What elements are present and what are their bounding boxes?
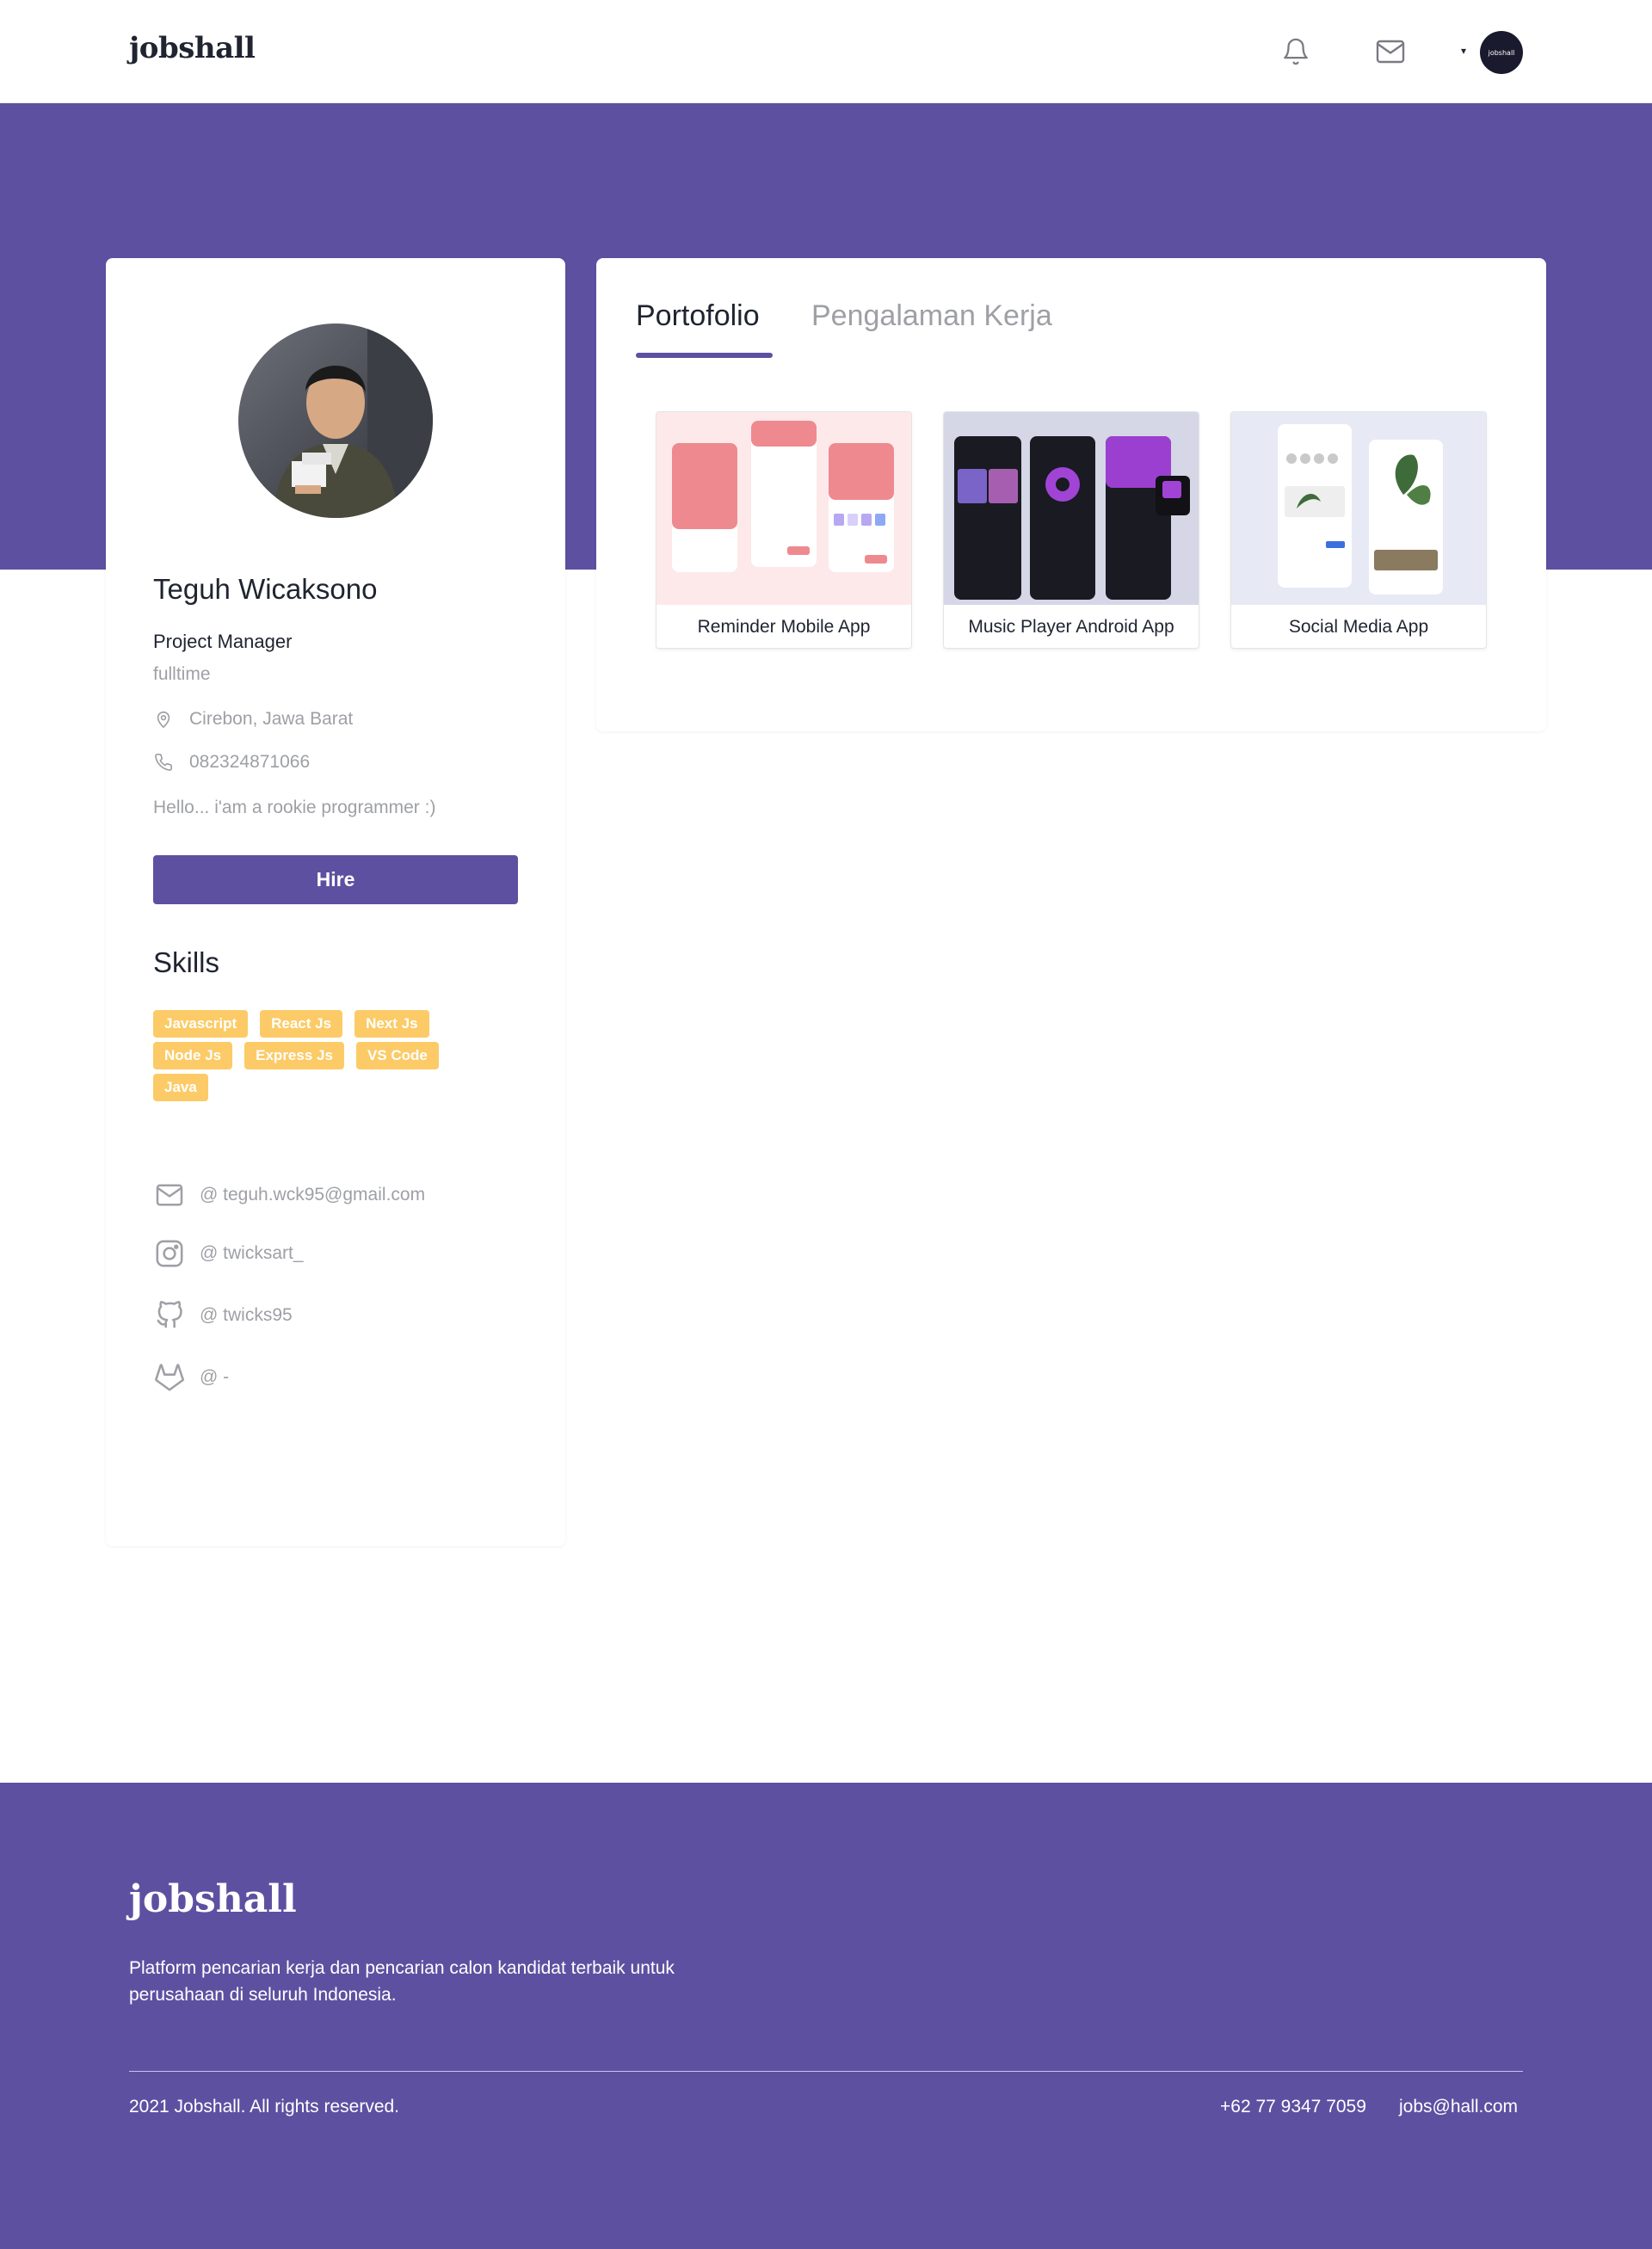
portfolio-title: Music Player Android App	[968, 617, 1174, 637]
skill-tag: Javascript	[153, 1010, 249, 1038]
contact-email-text: @ teguh.wck95@gmail.com	[200, 1185, 426, 1205]
profile-photo	[238, 323, 433, 518]
footer-copyright: 2021 Jobshall. All rights reserved.	[129, 2097, 400, 2117]
mail-icon[interactable]	[1372, 33, 1409, 71]
contact-gitlab-text: @ -	[200, 1367, 230, 1387]
portfolio-card: Portofolio Pengalaman Kerja Reminder Mob…	[596, 258, 1546, 731]
profile-bio: Hello... i'am a rookie programmer :)	[153, 798, 436, 817]
skills-title: Skills	[153, 946, 220, 978]
contact-instagram[interactable]: @ twicksart_	[153, 1237, 304, 1270]
gitlab-icon	[153, 1361, 186, 1394]
profile-employment-type: fulltime	[153, 664, 211, 684]
skill-tag: React Js	[260, 1010, 343, 1038]
profile-role: Project Manager	[153, 631, 293, 652]
profile-card: Teguh Wicaksono Project Manager fulltime…	[106, 258, 565, 1546]
github-icon	[153, 1299, 186, 1332]
map-pin-icon	[153, 707, 174, 731]
bell-icon[interactable]	[1277, 33, 1315, 71]
instagram-icon	[153, 1237, 186, 1270]
contact-gitlab[interactable]: @ -	[153, 1361, 229, 1394]
portfolio-title: Social Media App	[1288, 617, 1429, 637]
profile-name: Teguh Wicaksono	[153, 573, 378, 605]
mail-icon	[153, 1179, 186, 1211]
portfolio-item[interactable]: Music Player Android App	[943, 411, 1199, 649]
footer-divider	[129, 2071, 1523, 2072]
skill-tag: Next Js	[354, 1010, 429, 1038]
skill-tag: VS Code	[355, 1042, 439, 1069]
tab-portfolio[interactable]: Portofolio	[636, 299, 760, 333]
phone-icon	[153, 750, 174, 774]
profile-phone: 082324871066	[153, 750, 310, 774]
contact-email[interactable]: @ teguh.wck95@gmail.com	[153, 1179, 425, 1211]
portfolio-item[interactable]: Reminder Mobile App	[656, 411, 912, 649]
footer: jobshall Platform pencarian kerja dan pe…	[0, 1783, 1652, 2249]
footer-description: Platform pencarian kerja dan pencarian c…	[129, 1958, 675, 2005]
skills-list: Javascript React Js Next Js Node Js Expr…	[153, 1010, 497, 1106]
contact-github-text: @ twicks95	[200, 1305, 293, 1325]
footer-phone[interactable]: +62 77 9347 7059	[1220, 2097, 1366, 2117]
portfolio-thumbnail	[656, 412, 911, 605]
phone-text: 082324871066	[189, 752, 311, 772]
hire-button[interactable]: Hire	[153, 855, 518, 904]
contact-github[interactable]: @ twicks95	[153, 1299, 293, 1332]
location-text: Cirebon, Jawa Barat	[189, 709, 354, 729]
active-tab-indicator	[636, 353, 773, 358]
avatar[interactable]: jobshall	[1480, 31, 1523, 74]
contact-instagram-text: @ twicksart_	[200, 1243, 304, 1263]
portfolio-title: Reminder Mobile App	[697, 617, 871, 637]
profile-location: Cirebon, Jawa Barat	[153, 707, 353, 731]
skill-tag: Node Js	[153, 1042, 233, 1069]
logo[interactable]: jobshall	[129, 31, 256, 65]
footer-email[interactable]: jobs@hall.com	[1399, 2097, 1518, 2117]
navbar: jobshall ▾ jobshall	[0, 0, 1652, 103]
chevron-down-icon[interactable]: ▾	[1461, 45, 1466, 57]
tab-work-experience[interactable]: Pengalaman Kerja	[811, 299, 1052, 333]
skill-tag: Express Js	[244, 1042, 344, 1069]
footer-logo[interactable]: jobshall	[129, 1877, 297, 1921]
portfolio-thumbnail	[1231, 412, 1486, 605]
portfolio-item[interactable]: Social Media App	[1230, 411, 1487, 649]
portfolio-thumbnail	[944, 412, 1199, 605]
skill-tag: Java	[153, 1074, 208, 1101]
